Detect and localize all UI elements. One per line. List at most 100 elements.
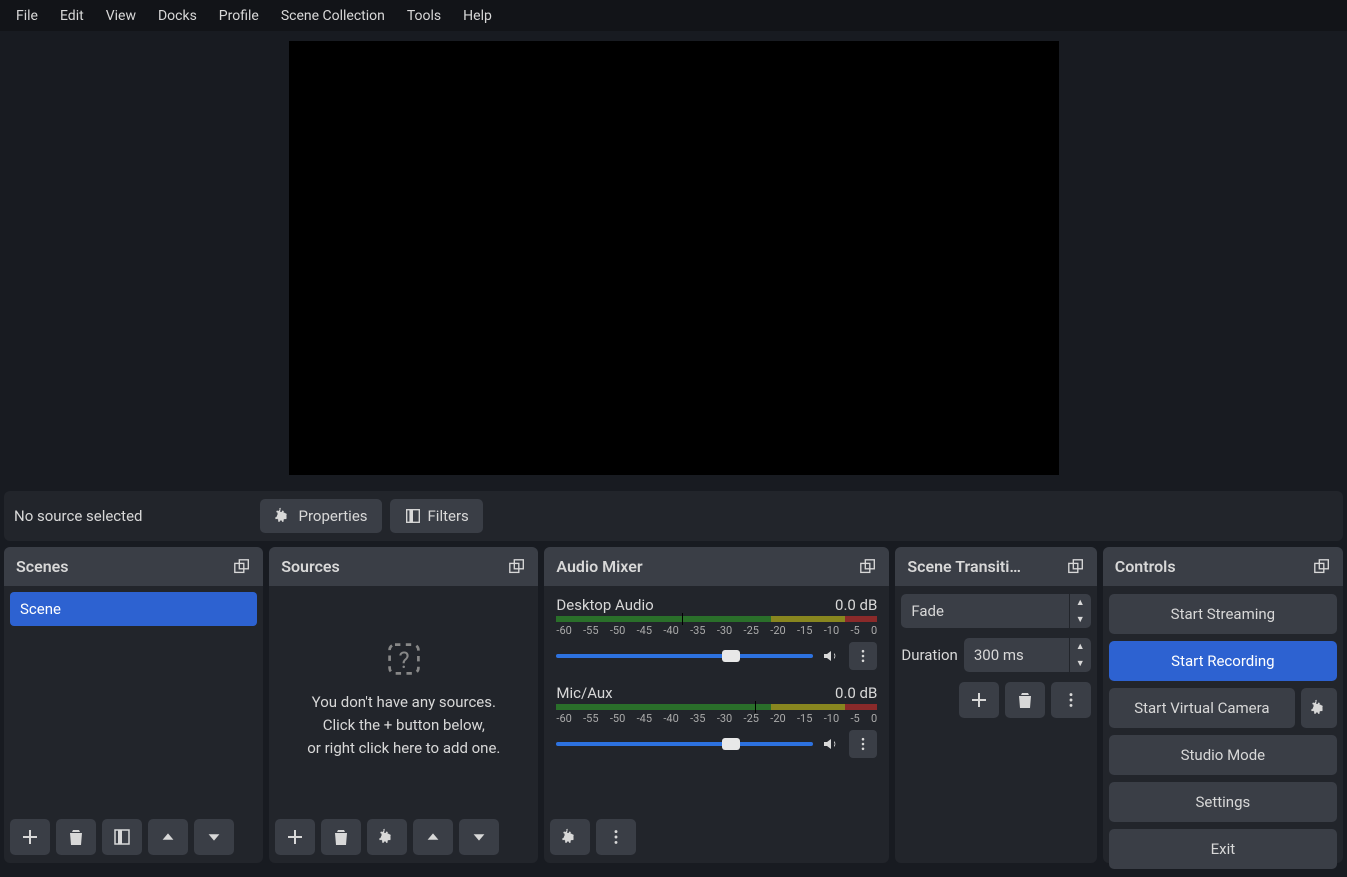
scene-item[interactable]: Scene: [10, 592, 257, 626]
chevron-down-icon: [205, 828, 223, 846]
gear-icon: [1310, 699, 1328, 717]
duration-input[interactable]: 300 ms ▲▼: [964, 638, 1091, 672]
sources-footer: [269, 815, 538, 863]
scenes-body[interactable]: Scene: [4, 586, 263, 815]
mute-button[interactable]: [821, 734, 841, 754]
channel-meter: -60-55-50-45-40-35-30-25-20-15-10-50: [556, 616, 877, 638]
scene-filter-button[interactable]: [102, 819, 142, 855]
transition-spinner[interactable]: ▲▼: [1069, 594, 1091, 628]
docks-row: Scenes Scene Sources You don't have an: [0, 541, 1347, 867]
menu-profile[interactable]: Profile: [209, 4, 269, 28]
plus-icon: [285, 827, 305, 847]
menubar: File Edit View Docks Profile Scene Colle…: [0, 0, 1347, 31]
menu-edit[interactable]: Edit: [50, 4, 94, 28]
gear-icon: [274, 507, 292, 525]
mixer-footer: [544, 815, 889, 863]
duration-spinner[interactable]: ▲▼: [1069, 638, 1091, 672]
sources-body[interactable]: You don't have any sources. Click the + …: [269, 586, 538, 815]
mixer-title: Audio Mixer: [556, 557, 642, 576]
menu-help[interactable]: Help: [453, 4, 502, 28]
transition-select[interactable]: Fade ▲▼: [901, 594, 1090, 628]
filter-icon: [404, 507, 422, 525]
virtual-camera-settings-button[interactable]: [1301, 688, 1337, 728]
duration-value: 300 ms: [964, 638, 1069, 672]
menu-docks[interactable]: Docks: [148, 4, 207, 28]
scenes-dock: Scenes Scene: [4, 547, 263, 863]
studio-mode-button[interactable]: Studio Mode: [1109, 735, 1337, 775]
scenes-header: Scenes: [4, 547, 263, 586]
transitions-body: Fade ▲▼ Duration 300 ms ▲▼: [895, 586, 1096, 726]
trash-icon: [331, 827, 351, 847]
mixer-menu-button[interactable]: [596, 819, 636, 855]
duration-row: Duration 300 ms ▲▼: [901, 638, 1090, 672]
volume-slider[interactable]: [556, 654, 813, 658]
add-source-button[interactable]: [275, 819, 315, 855]
trash-icon: [66, 827, 86, 847]
transitions-title: Scene Transiti…: [907, 557, 1021, 576]
channel-level: 0.0 dB: [835, 596, 877, 614]
channel-menu-button[interactable]: [849, 642, 877, 670]
transition-menu-button[interactable]: [1051, 682, 1091, 718]
chevron-up-icon: [159, 828, 177, 846]
properties-button[interactable]: Properties: [260, 499, 381, 533]
remove-transition-button[interactable]: [1005, 682, 1045, 718]
sources-empty: You don't have any sources. Click the + …: [275, 592, 532, 809]
scenes-title: Scenes: [16, 557, 69, 576]
source-properties-button[interactable]: [367, 819, 407, 855]
start-streaming-button[interactable]: Start Streaming: [1109, 594, 1337, 634]
chevron-down-icon: [470, 828, 488, 846]
popout-icon[interactable]: [859, 558, 877, 576]
settings-button[interactable]: Settings: [1109, 782, 1337, 822]
dots-icon: [855, 736, 871, 752]
virtual-camera-row: Start Virtual Camera: [1109, 688, 1337, 728]
channel-menu-button[interactable]: [849, 730, 877, 758]
start-recording-button[interactable]: Start Recording: [1109, 641, 1337, 681]
mixer-advanced-button[interactable]: [550, 819, 590, 855]
preview-area: [0, 31, 1347, 487]
channel-name: Desktop Audio: [556, 596, 653, 614]
menu-view[interactable]: View: [96, 4, 146, 28]
source-down-button[interactable]: [459, 819, 499, 855]
dots-icon: [1062, 691, 1080, 709]
scene-down-button[interactable]: [194, 819, 234, 855]
scene-up-button[interactable]: [148, 819, 188, 855]
menu-tools[interactable]: Tools: [397, 4, 451, 28]
preview-canvas[interactable]: [289, 41, 1059, 475]
controls-dock: Controls Start Streaming Start Recording…: [1103, 547, 1343, 863]
channel-name: Mic/Aux: [556, 684, 612, 702]
scene-list: Scene: [10, 592, 257, 809]
slider-thumb[interactable]: [722, 650, 740, 662]
menu-file[interactable]: File: [6, 4, 48, 28]
start-virtual-camera-button[interactable]: Start Virtual Camera: [1109, 688, 1295, 728]
remove-scene-button[interactable]: [56, 819, 96, 855]
exit-button[interactable]: Exit: [1109, 829, 1337, 869]
plus-icon: [969, 690, 989, 710]
sources-header: Sources: [269, 547, 538, 586]
mute-button[interactable]: [821, 646, 841, 666]
gear-icon: [378, 828, 396, 846]
sources-title: Sources: [281, 557, 340, 576]
controls-header: Controls: [1103, 547, 1343, 586]
filters-button[interactable]: Filters: [390, 499, 483, 533]
sources-empty-text: You don't have any sources. Click the + …: [307, 691, 500, 761]
volume-slider[interactable]: [556, 742, 813, 746]
popout-icon[interactable]: [1067, 558, 1085, 576]
sources-dock: Sources You don't have any sources. Clic…: [269, 547, 538, 863]
add-scene-button[interactable]: [10, 819, 50, 855]
source-up-button[interactable]: [413, 819, 453, 855]
add-transition-button[interactable]: [959, 682, 999, 718]
properties-label: Properties: [298, 507, 367, 525]
remove-source-button[interactable]: [321, 819, 361, 855]
popout-icon[interactable]: [233, 558, 251, 576]
slider-thumb[interactable]: [722, 738, 740, 750]
menu-scene-collection[interactable]: Scene Collection: [271, 4, 395, 28]
mixer-channel: Desktop Audio 0.0 dB -60-55-50-45-40-35-…: [550, 592, 883, 680]
filter-icon: [112, 827, 132, 847]
popout-icon[interactable]: [508, 558, 526, 576]
speaker-icon: [821, 734, 841, 754]
popout-icon[interactable]: [1313, 558, 1331, 576]
audio-mixer-dock: Audio Mixer Desktop Audio 0.0 dB -60-55-…: [544, 547, 889, 863]
source-toolbar: No source selected Properties Filters: [4, 491, 1343, 541]
plus-icon: [20, 827, 40, 847]
transition-selected: Fade: [901, 594, 1068, 628]
